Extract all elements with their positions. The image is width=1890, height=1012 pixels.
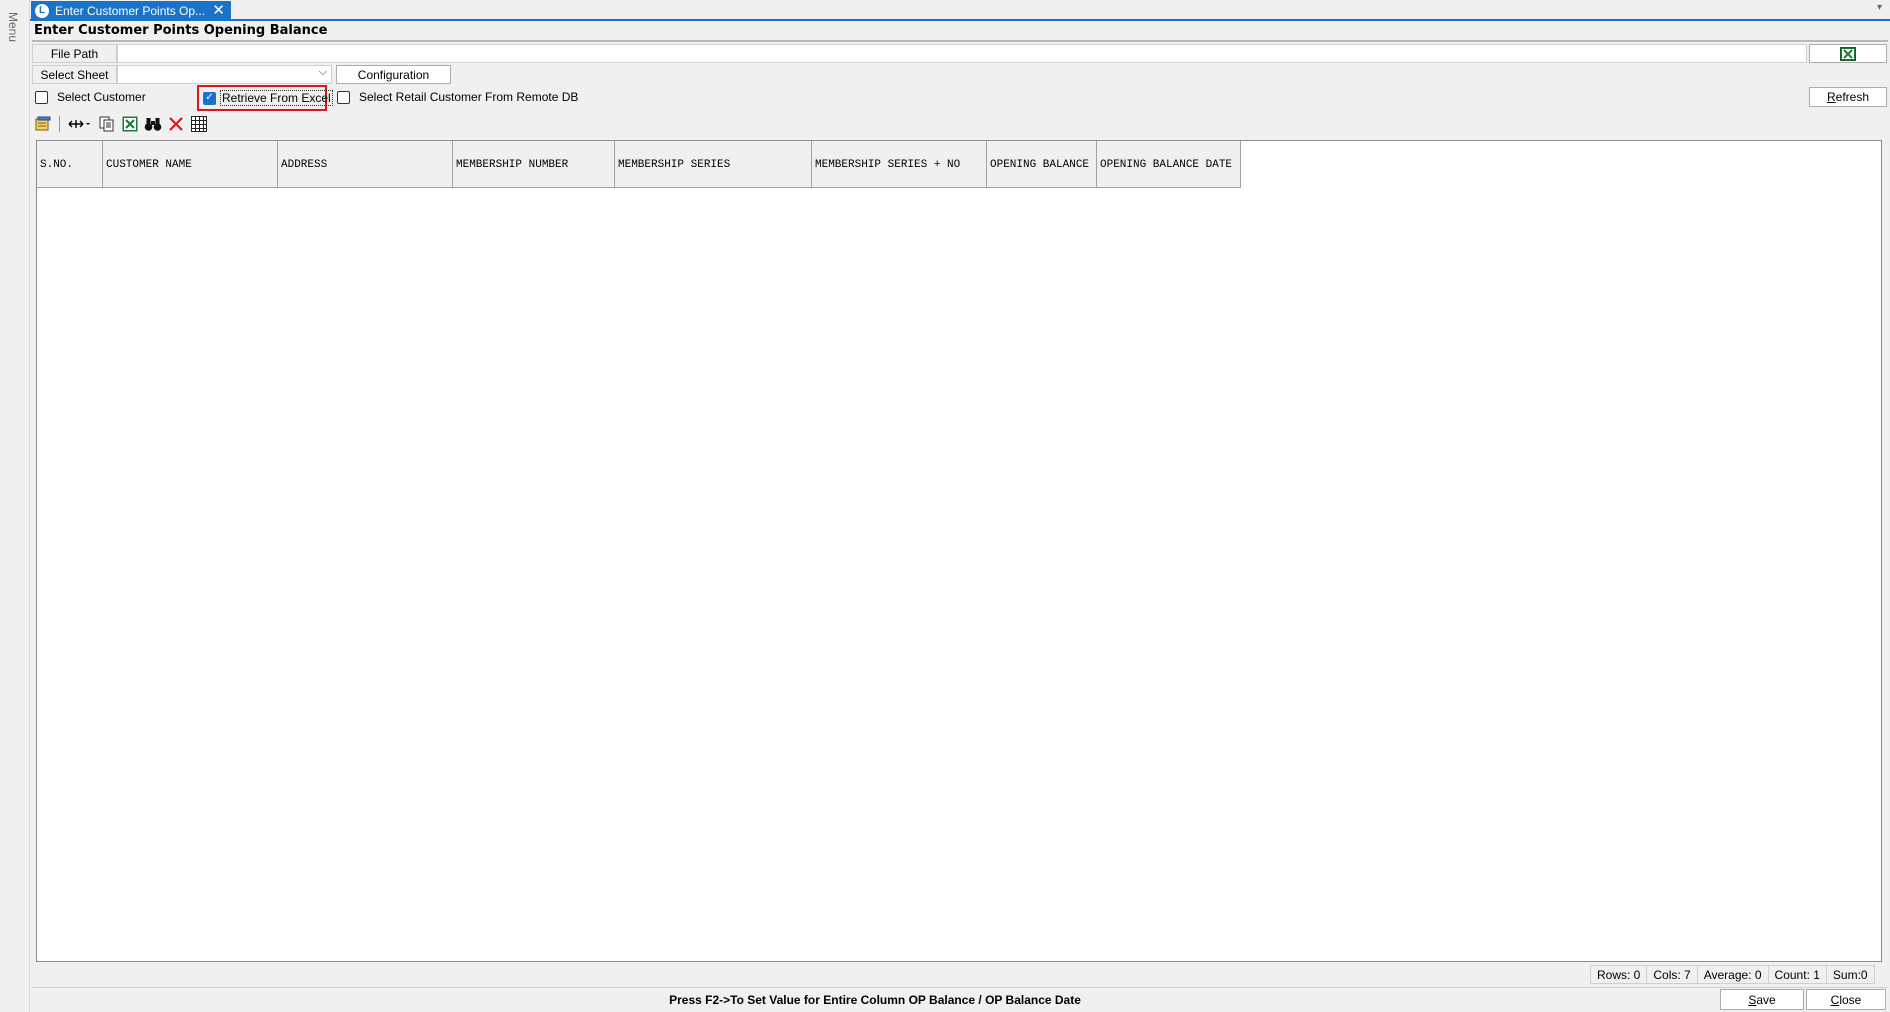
file-path-label: File Path [32,44,117,63]
customer-points-grid[interactable]: S.NO. CUSTOMER NAME ADDRESS MEMBERSHIP N… [36,140,1882,962]
configuration-button[interactable]: Configuration [336,65,451,84]
refresh-mnemonic: R [1826,90,1836,104]
save-label: ave [1756,992,1776,1007]
retrieve-from-excel-label: Retrieve From Excel [220,90,333,106]
status-rows: Rows: 0 [1590,965,1647,984]
column-header-membership-series[interactable]: MEMBERSHIP SERIES [615,141,812,188]
refresh-button[interactable]: Refresh [1809,87,1887,107]
select-customer-label: Select Customer [57,90,146,104]
grid-header-row: S.NO. CUSTOMER NAME ADDRESS MEMBERSHIP N… [37,141,1241,188]
column-header-opening-balance-date[interactable]: OPENING BALANCE DATE [1097,141,1241,188]
tab-list-chevron-down-icon[interactable]: ▾ [1877,2,1882,13]
column-header-opening-balance[interactable]: OPENING BALANCE [987,141,1097,188]
close-mnemonic: C [1830,992,1840,1007]
select-customer-checkbox-box[interactable] [35,90,48,104]
chevron-down-icon[interactable]: ⌵ [319,66,327,79]
refresh-label: efresh [1835,90,1870,104]
save-mnemonic: S [1748,992,1757,1007]
tab-title: Enter Customer Points Op... [55,3,206,18]
side-menu-label[interactable]: Menu [6,12,20,42]
status-sum: Sum:0 [1825,965,1875,984]
select-sheet-dropdown[interactable]: ⌵ [117,65,332,84]
layout-icon[interactable] [34,115,52,133]
column-header-customer-name[interactable]: CUSTOMER NAME [103,141,278,188]
status-cols: Cols: 7 [1646,965,1697,984]
browse-excel-button[interactable] [1809,44,1887,63]
excel-icon [1840,46,1856,61]
save-button[interactable]: Save [1720,989,1804,1010]
toolbar-separator [59,116,60,132]
close-button[interactable]: Close [1806,989,1886,1010]
column-resize-icon[interactable] [67,115,93,133]
side-menu-strip[interactable]: Menu [0,0,30,1012]
grid-status-bar: Rows: 0 Cols: 7 Average: 0 Count: 1 Sum:… [1590,965,1875,984]
app-logo-icon: L [35,3,49,18]
select-retail-remote-checkbox-box[interactable] [337,90,350,104]
column-header-membership-number[interactable]: MEMBERSHIP NUMBER [453,141,615,188]
grid-toolbar [34,113,208,135]
retrieve-from-excel-checkbox[interactable]: ✓ Retrieve From Excel [203,90,333,106]
column-header-address[interactable]: ADDRESS [278,141,453,188]
select-retail-remote-checkbox[interactable]: Select Retail Customer From Remote DB [337,89,578,105]
document-tab-strip: L Enter Customer Points Op... ✕ ▾ [30,0,1890,21]
select-customer-checkbox[interactable]: Select Customer [35,89,146,105]
delete-icon[interactable] [167,115,185,133]
tab-enter-customer-points[interactable]: L Enter Customer Points Op... ✕ [31,1,231,20]
close-label: lose [1839,992,1862,1007]
select-sheet-label: Select Sheet [32,65,117,84]
excel-export-icon[interactable] [121,115,139,133]
select-retail-remote-label: Select Retail Customer From Remote DB [359,90,579,104]
title-divider [32,40,1888,42]
find-binoculars-icon[interactable] [144,115,162,133]
footer-bar: Press F2->To Set Value for Entire Column… [32,987,1888,1011]
status-count: Count: 1 [1767,965,1826,984]
checkmark-icon[interactable]: ✓ [203,91,216,105]
copy-icon[interactable] [98,115,116,133]
file-path-input[interactable] [117,44,1807,63]
footer-hint: Press F2->To Set Value for Entire Column… [669,993,1081,1007]
status-average: Average: 0 [1696,965,1768,984]
column-header-membership-series-no[interactable]: MEMBERSHIP SERIES + NO [812,141,987,188]
grid-icon[interactable] [190,115,208,133]
tab-close-icon[interactable]: ✕ [212,1,225,20]
column-header-sno[interactable]: S.NO. [37,141,103,188]
form-title: Enter Customer Points Opening Balance [34,23,328,38]
